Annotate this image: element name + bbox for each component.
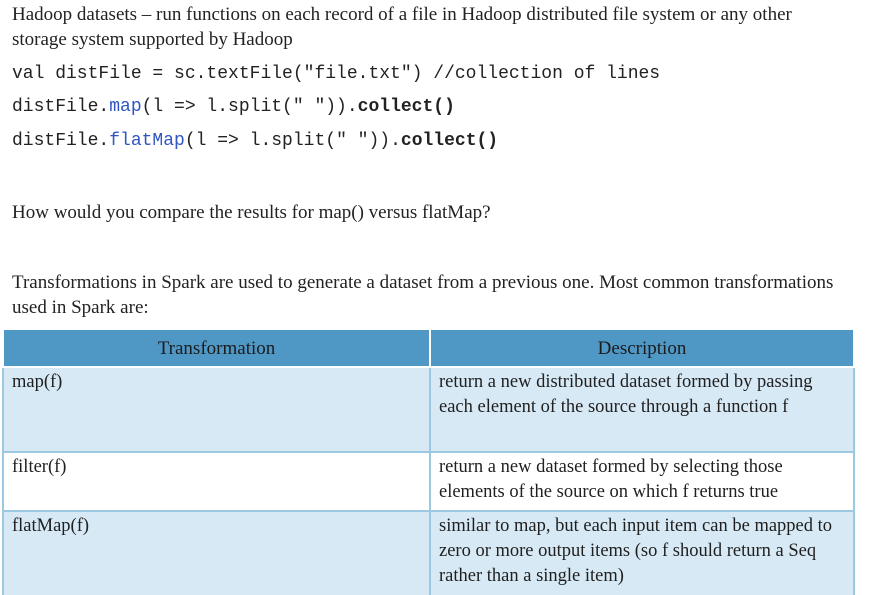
code-collect: collect() bbox=[400, 131, 499, 151]
transformation-description: similar to map, but each input item can … bbox=[429, 510, 855, 595]
code-line-flatmap: distFile.flatMap(l => l.split(" ")).coll… bbox=[12, 130, 498, 152]
header-transformation: Transformation bbox=[2, 328, 431, 368]
code-args: (l => l.split(" ")). bbox=[184, 131, 401, 151]
code-line-textfile: val distFile = sc.textFile("file.txt") /… bbox=[12, 64, 661, 84]
table-row: flatMap(f) similar to map, but each inpu… bbox=[2, 510, 855, 595]
transformation-description: return a new dataset formed by selecting… bbox=[429, 451, 855, 512]
table-row: map(f) return a new distributed dataset … bbox=[2, 366, 855, 453]
code-line-map: distFile.map(l => l.split(" ")).collect(… bbox=[12, 96, 455, 118]
code-prefix: distFile. bbox=[12, 97, 110, 117]
transformation-name: flatMap(f) bbox=[2, 510, 431, 595]
transformation-name: map(f) bbox=[2, 366, 431, 453]
transformation-name: filter(f) bbox=[2, 451, 431, 512]
code-args: (l => l.split(" ")). bbox=[141, 97, 358, 117]
transformations-table: Transformation Description map(f) return… bbox=[2, 328, 855, 595]
header-description: Description bbox=[429, 328, 855, 368]
code-prefix: distFile. bbox=[12, 131, 110, 151]
intro-paragraph: Hadoop datasets – run functions on each … bbox=[12, 4, 792, 50]
transformations-intro: Transformations in Spark are used to gen… bbox=[12, 272, 834, 318]
question-text: How would you compare the results for ma… bbox=[12, 202, 491, 223]
transformation-description: return a new distributed dataset formed … bbox=[429, 366, 855, 453]
table-header-row: Transformation Description bbox=[2, 328, 855, 368]
code-method-map: map bbox=[109, 97, 142, 117]
code-method-flatmap: flatMap bbox=[109, 131, 185, 151]
table-row: filter(f) return a new dataset formed by… bbox=[2, 451, 855, 512]
code-collect: collect() bbox=[357, 97, 455, 117]
